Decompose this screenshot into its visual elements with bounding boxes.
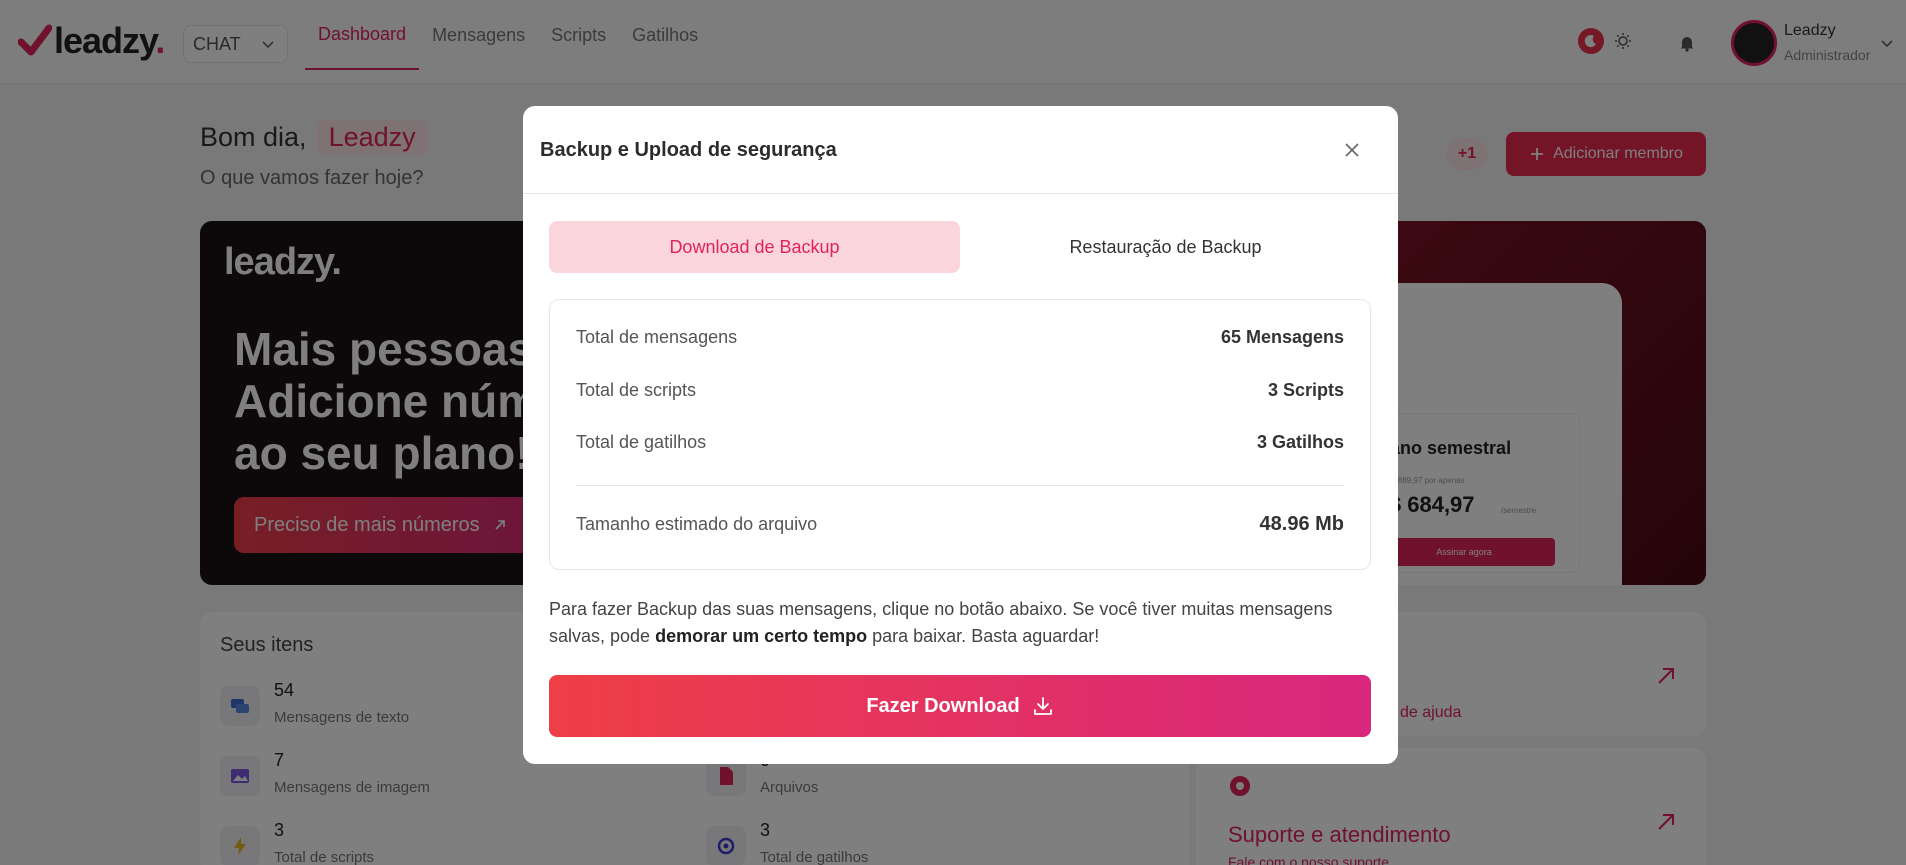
summary-row-scripts: Total de scripts 3 Scripts [576,380,1344,400]
summary-row-size: Tamanho estimado do arquivo 48.96 Mb [576,513,1344,535]
close-button[interactable] [1342,140,1362,160]
backup-info-text: Para fazer Backup das suas mensagens, cl… [549,599,1333,646]
modal-title: Backup e Upload de segurança [540,139,837,161]
tab-restore-backup[interactable]: Restauração de Backup [960,221,1371,273]
download-highlight: Fazer Download [537,664,1383,748]
backup-tabs: Download de Backup Restauração de Backup [549,221,1371,273]
summary-row-messages: Total de mensagens 65 Mensagens [576,327,1344,347]
backup-modal: Backup e Upload de segurança Download de… [523,106,1398,764]
modal-header: Backup e Upload de segurança [523,106,1398,194]
summary-divider [576,485,1344,486]
download-label: Fazer Download [866,694,1020,717]
download-icon [1033,697,1052,715]
summary-row-triggers: Total de gatilhos 3 Gatilhos [576,432,1344,452]
download-button[interactable]: Fazer Download [549,675,1371,737]
close-icon [1345,143,1359,157]
backup-summary: Total de mensagens 65 Mensagens Total de … [549,299,1371,570]
tab-download-backup[interactable]: Download de Backup [549,221,960,273]
